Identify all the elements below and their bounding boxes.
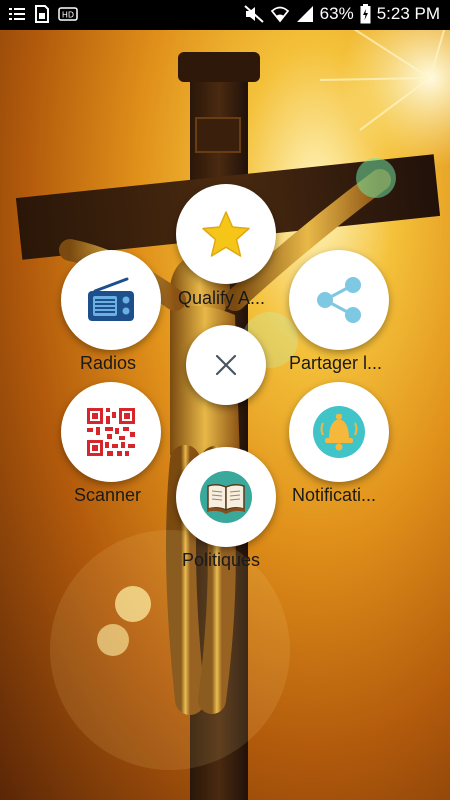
scanner-button[interactable] <box>61 382 161 482</box>
radios-button[interactable] <box>61 250 161 350</box>
qualify-app-button[interactable] <box>176 184 276 284</box>
notifications-label: Notificati... <box>292 485 377 505</box>
share-button[interactable] <box>289 250 389 350</box>
wifi-icon <box>270 5 290 23</box>
close-icon <box>215 354 237 376</box>
book-icon <box>200 471 252 523</box>
mute-icon <box>243 5 264 23</box>
politiques-button[interactable] <box>176 447 276 547</box>
status-bar: HD 63% 5:23 PM <box>0 0 450 30</box>
star-icon <box>202 211 250 257</box>
qr-code-icon <box>87 408 135 456</box>
radios-label: Radios <box>80 353 137 373</box>
clock: 5:23 PM <box>376 4 440 23</box>
battery-percent: 63% <box>319 4 354 23</box>
close-menu-button[interactable] <box>186 325 266 405</box>
signal-icon <box>296 5 314 23</box>
scanner-label: Scanner <box>74 485 142 505</box>
notifications-button[interactable] <box>289 382 389 482</box>
share-label: Partager l... <box>289 353 383 373</box>
share-icon <box>317 277 361 323</box>
bell-icon <box>313 406 365 458</box>
politiques-label: Politiques <box>182 550 261 570</box>
svg-text:HD: HD <box>62 11 74 20</box>
radio-icon <box>88 277 134 321</box>
battery-charging-icon <box>360 4 371 24</box>
sim-icon <box>34 5 50 23</box>
list-icon <box>8 5 26 23</box>
qualify-app-label: Qualify A... <box>178 288 266 308</box>
hd-icon: HD <box>58 7 78 21</box>
